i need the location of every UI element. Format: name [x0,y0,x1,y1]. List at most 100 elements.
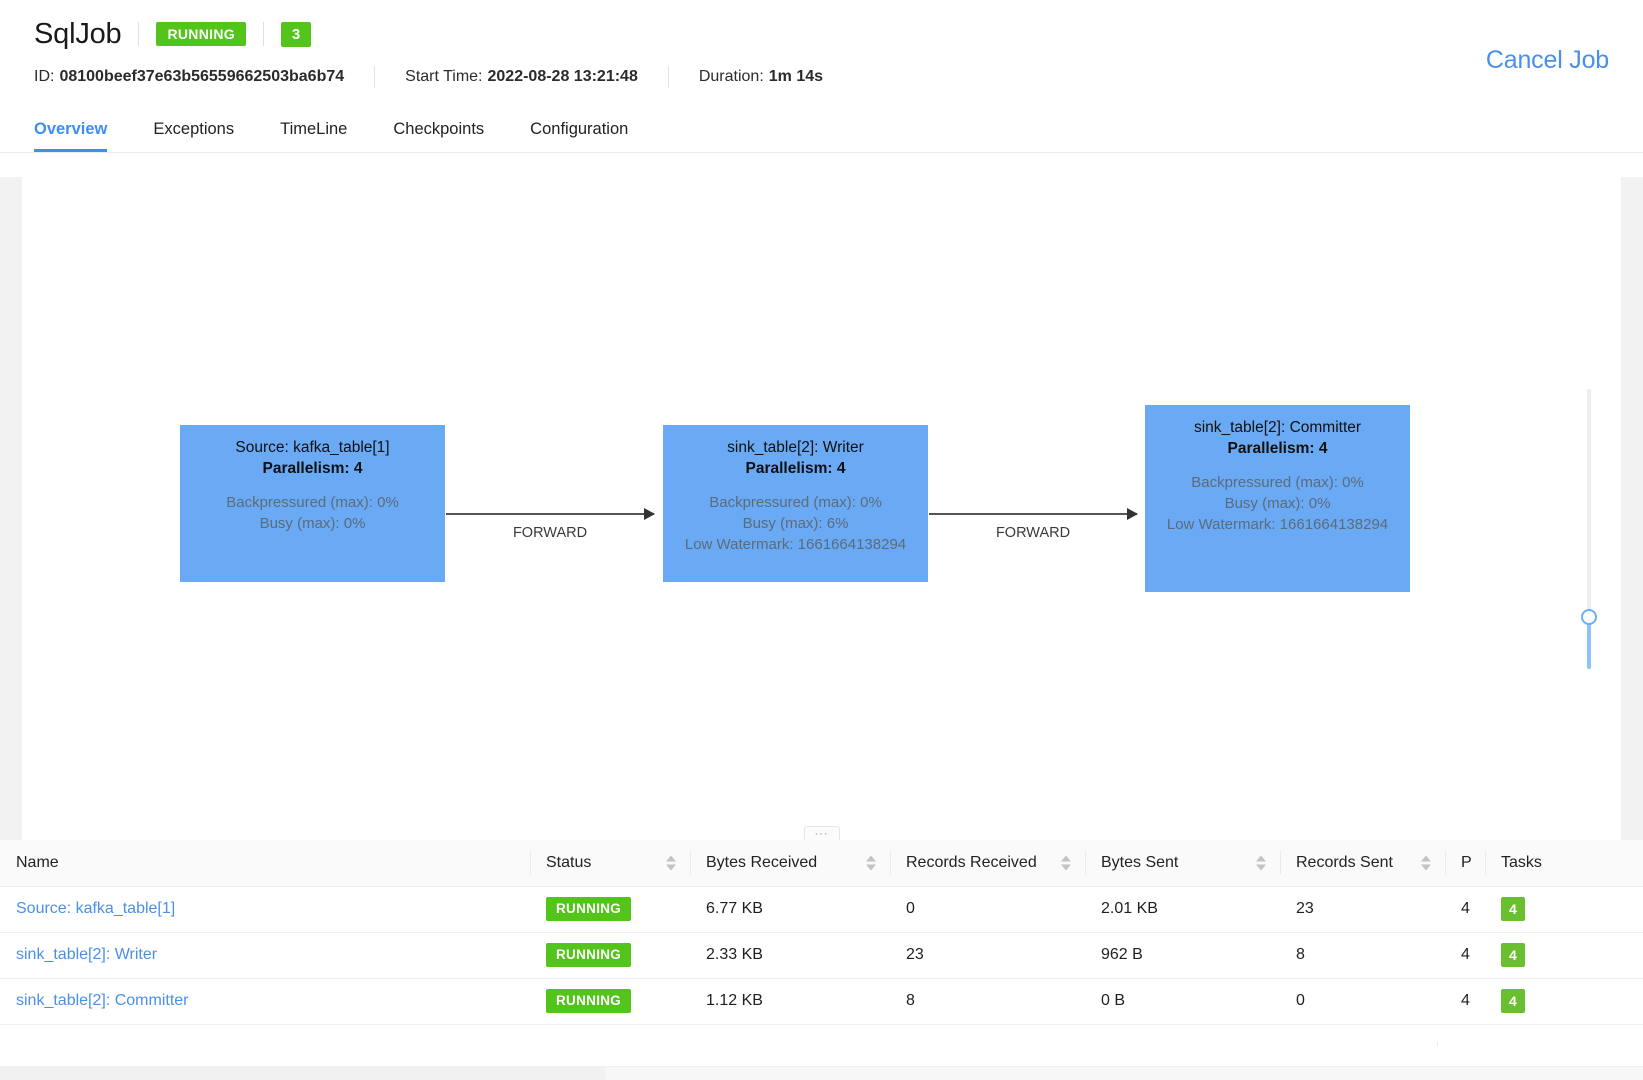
column-label: Name [16,853,59,871]
column-label: Bytes Sent [1101,853,1179,871]
table-header: Name Status Bytes Received Records Recei… [0,840,1643,887]
column-label: Records Sent [1296,853,1393,871]
table-row[interactable]: Source: kafka_table[1] RUNNING 6.77 KB 0… [0,886,1643,933]
tab-checkpoints[interactable]: Checkpoints [393,110,484,152]
cell-records-received: 23 [890,932,1085,979]
column-header-status[interactable]: Status [530,840,690,887]
tab-timeline[interactable]: TimeLine [280,110,347,152]
arrow-icon [644,508,655,520]
tasks-badge: 4 [1501,943,1525,967]
zoom-slider-fill [1587,621,1591,669]
node-parallelism: Parallelism: 4 [745,460,846,477]
node-busy: Busy (max): 0% [259,515,366,532]
column-header-tasks[interactable]: Tasks [1485,840,1643,887]
graph-node-source[interactable]: Source: kafka_table[1] Parallelism: 4 Ba… [180,425,445,582]
cell-parallelism: 4 [1445,978,1485,1025]
divider [667,66,669,88]
edge-label: FORWARD [995,525,1071,541]
cell-bytes-received: 2.33 KB [690,932,890,979]
tab-exceptions[interactable]: Exceptions [153,110,234,152]
column-header-bytes-sent[interactable]: Bytes Sent [1085,840,1280,887]
node-busy: Busy (max): 0% [1224,495,1331,512]
status-badge: RUNNING [546,989,632,1013]
status-badge: RUNNING [546,897,632,921]
vertex-count-badge: 3 [280,21,312,47]
cell-records-received: 0 [890,886,1085,933]
column-header-parallelism[interactable]: P [1445,840,1485,887]
graph-node-writer[interactable]: sink_table[2]: Writer Parallelism: 4 Bac… [663,425,928,582]
cell-status: RUNNING [530,886,690,933]
cell-records-sent: 0 [1280,978,1445,1025]
tab-configuration[interactable]: Configuration [530,110,628,152]
status-badge: RUNNING [546,943,632,967]
sort-icon[interactable] [1061,855,1071,871]
table-bottom-strip [0,1066,1643,1080]
table-body: Source: kafka_table[1] RUNNING 6.77 KB 0… [0,886,1643,1025]
node-metrics: Backpressured (max): 0% Busy (max): 0% L… [1145,472,1410,535]
node-parallelism: Parallelism: 4 [1227,440,1328,457]
vertex-link[interactable]: Source: kafka_table[1] [16,900,175,917]
cell-bytes-sent: 2.01 KB [1085,886,1280,933]
panel-resize-handle[interactable]: ··· [803,826,840,840]
tasks-badge: 4 [1501,989,1525,1013]
node-backpressured: Backpressured (max): 0% [226,494,399,511]
cell-name[interactable]: sink_table[2]: Writer [0,932,530,979]
cell-records-sent: 23 [1280,886,1445,933]
cell-tasks: 4 [1485,932,1643,979]
column-header-records-sent[interactable]: Records Sent [1280,840,1445,887]
node-backpressured: Backpressured (max): 0% [709,494,882,511]
node-busy: Busy (max): 6% [742,515,849,532]
column-label: Records Received [906,853,1037,871]
start-time: Start Time: 2022-08-28 13:21:48 [405,68,638,86]
graph-node-committer[interactable]: sink_table[2]: Committer Parallelism: 4 … [1145,405,1410,592]
cell-name[interactable]: sink_table[2]: Committer [0,978,530,1025]
node-backpressured: Backpressured (max): 0% [1191,474,1364,491]
table-row[interactable]: sink_table[2]: Committer RUNNING 1.12 KB… [0,978,1643,1025]
sort-icon[interactable] [1421,855,1431,871]
node-parallelism: Parallelism: 4 [262,460,363,477]
tab-underline [0,152,1643,153]
cell-status: RUNNING [530,932,690,979]
cell-name[interactable]: Source: kafka_table[1] [0,886,530,933]
cell-records-received: 8 [890,978,1085,1025]
column-label: Status [546,853,592,871]
duration: Duration: 1m 14s [699,68,823,86]
node-title: sink_table[2]: Committer [1193,419,1362,436]
column-header-bytes-received[interactable]: Bytes Received [690,840,890,887]
column-header-name[interactable]: Name [0,840,530,887]
node-metrics: Backpressured (max): 0% Busy (max): 0% [180,492,445,534]
column-label: P [1461,853,1472,871]
vertex-link[interactable]: sink_table[2]: Writer [16,946,157,963]
duration-label: Duration: [698,68,764,85]
table-row[interactable]: sink_table[2]: Writer RUNNING 2.33 KB 23… [0,932,1643,979]
tasks-badge: 4 [1501,897,1525,921]
cell-records-sent: 8 [1280,932,1445,979]
duration-value: 1m 14s [768,68,824,85]
vertex-link[interactable]: sink_table[2]: Committer [16,992,189,1009]
cell-bytes-sent: 962 B [1085,932,1280,979]
zoom-slider-handle[interactable] [1581,609,1597,625]
job-meta-row: ID: 08100beef37e63b56559662503ba6b74 Star… [34,58,1609,96]
sort-icon[interactable] [1256,855,1266,871]
node-title: Source: kafka_table[1] [235,439,390,456]
sort-icon[interactable] [666,855,676,871]
table-bottom-strip-segment [0,1067,605,1080]
job-graph-canvas[interactable]: FORWARD FORWARD Source: kafka_table[1] P… [22,177,1621,840]
job-header: SqlJob RUNNING 3 ID: 08100beef37e63b56559… [0,0,1643,96]
graph-edge [446,508,655,520]
cell-bytes-sent: 0 B [1085,978,1280,1025]
tab-overview[interactable]: Overview [34,110,108,152]
status-badge: RUNNING [156,22,246,46]
column-header-records-received[interactable]: Records Received [890,840,1085,887]
cell-bytes-received: 6.77 KB [690,886,890,933]
graph-zoom-slider[interactable] [1579,389,1599,669]
graph-edge [929,508,1138,520]
vertices-table-area: Name Status Bytes Received Records Recei… [0,840,1643,1080]
cancel-job-button[interactable]: Cancel Job [1486,46,1609,75]
node-metrics: Backpressured (max): 0% Busy (max): 6% L… [663,492,928,555]
column-label: Bytes Received [706,853,818,871]
divider [262,22,264,46]
node-watermark: Low Watermark: 1661664138294 [1166,516,1389,533]
sort-icon[interactable] [866,855,876,871]
job-title-row: SqlJob RUNNING 3 [34,14,1609,54]
